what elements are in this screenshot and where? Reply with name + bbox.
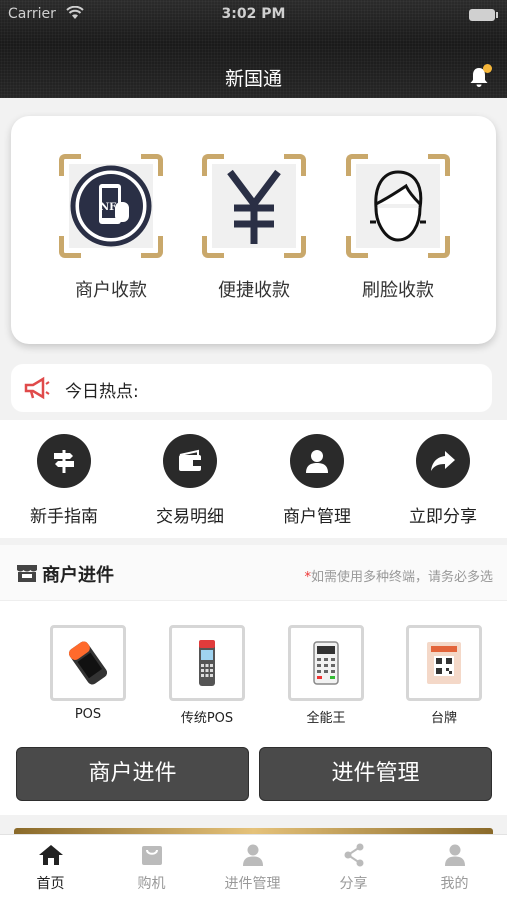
- all-in-one-icon: [313, 641, 339, 685]
- merchant-section-header: 商户进件 *如需使用多种终端，请务必多选: [0, 545, 507, 601]
- tab-label: 进件管理: [224, 876, 281, 892]
- device-label: POS: [74, 707, 102, 722]
- payment-label: 商户收款: [75, 280, 147, 301]
- traditional-pos-icon: [199, 640, 215, 686]
- payment-face-collect[interactable]: 刷脸收款: [346, 154, 450, 302]
- tab-label: 首页: [36, 876, 65, 892]
- quick-item-guide[interactable]: 新手指南: [14, 434, 114, 527]
- merchant-onboard-button[interactable]: 商户进件: [16, 747, 249, 801]
- payment-card: NFC 商户收款 便捷收款 刷脸收款: [11, 116, 496, 344]
- device-qr-stand[interactable]: 台牌: [405, 625, 483, 726]
- person-icon: [290, 434, 344, 488]
- wallet-icon: [163, 434, 217, 488]
- device-label: 传统POS: [180, 711, 234, 726]
- payment-icon-frame: [346, 154, 450, 258]
- payment-icon-frame: [202, 154, 306, 258]
- pos-terminal-icon: [68, 641, 108, 685]
- battery-icon: [469, 9, 498, 21]
- device-label: 全能王: [306, 711, 346, 726]
- tab-label: 购机: [137, 876, 166, 892]
- device-traditional-pos[interactable]: 传统POS: [168, 625, 246, 726]
- payment-label: 便捷收款: [218, 280, 290, 301]
- hot-news-bar[interactable]: 今日热点:: [11, 364, 492, 412]
- quick-item-label: 交易明细: [156, 507, 224, 527]
- tab-share[interactable]: 分享: [303, 843, 404, 893]
- payment-icon-frame: NFC: [59, 154, 163, 258]
- store-icon: [16, 561, 38, 587]
- payment-label: 刷脸收款: [362, 280, 434, 301]
- tab-bar: 首页 购机 进件管理 分享 我的: [0, 834, 507, 900]
- device-pos[interactable]: POS: [49, 625, 127, 722]
- status-bar: Carrier 3:02 PM: [0, 4, 507, 26]
- qr-stand-icon: [427, 642, 461, 684]
- yuan-icon: [227, 169, 281, 244]
- merchant-section: 商户进件 *如需使用多种终端，请务必多选 POS 传统POS 全能王 台牌 商户…: [0, 545, 507, 815]
- device-all-in-one[interactable]: 全能王: [287, 625, 365, 726]
- status-time: 3:02 PM: [221, 6, 286, 22]
- share-arrow-icon: [416, 434, 470, 488]
- nfc-phone-icon: NFC: [70, 165, 152, 247]
- profile-icon: [442, 843, 468, 867]
- bell-icon[interactable]: [469, 64, 492, 88]
- app-header: Carrier 3:02 PM 新国通: [0, 0, 507, 98]
- hot-news-label: 今日热点:: [65, 382, 139, 402]
- face-icon: [370, 170, 426, 242]
- share-icon: [341, 843, 367, 867]
- payment-quick-collect[interactable]: 便捷收款: [202, 154, 306, 302]
- tab-label: 分享: [339, 876, 368, 892]
- tab-mine[interactable]: 我的: [404, 843, 505, 893]
- user-icon: [240, 843, 266, 867]
- page-title: 新国通: [224, 68, 282, 90]
- tab-onboard-manage[interactable]: 进件管理: [202, 843, 303, 893]
- quick-item-transactions[interactable]: 交易明细: [140, 434, 240, 527]
- quick-item-merchant-manage[interactable]: 商户管理: [267, 434, 367, 527]
- quick-item-label: 立即分享: [409, 507, 477, 527]
- merchant-section-note: *如需使用多种终端，请务必多选: [304, 570, 493, 585]
- device-label: 台牌: [430, 711, 457, 726]
- onboard-manage-button[interactable]: 进件管理: [259, 747, 492, 801]
- home-icon: [38, 843, 64, 867]
- quick-item-share[interactable]: 立即分享: [393, 434, 493, 527]
- signpost-icon: [37, 434, 91, 488]
- merchant-section-title: 商户进件: [42, 565, 114, 586]
- tab-buy[interactable]: 购机: [101, 843, 202, 893]
- cart-icon: [139, 843, 165, 867]
- tab-home[interactable]: 首页: [0, 843, 101, 893]
- notification-dot: [483, 64, 492, 73]
- quick-item-label: 新手指南: [30, 507, 98, 527]
- megaphone-icon: [23, 376, 51, 404]
- quick-menu: 新手指南 交易明细 商户管理 立即分享: [0, 420, 507, 538]
- quick-item-label: 商户管理: [283, 507, 351, 527]
- tab-label: 我的: [440, 876, 469, 892]
- payment-merchant-collect[interactable]: NFC 商户收款: [59, 154, 163, 302]
